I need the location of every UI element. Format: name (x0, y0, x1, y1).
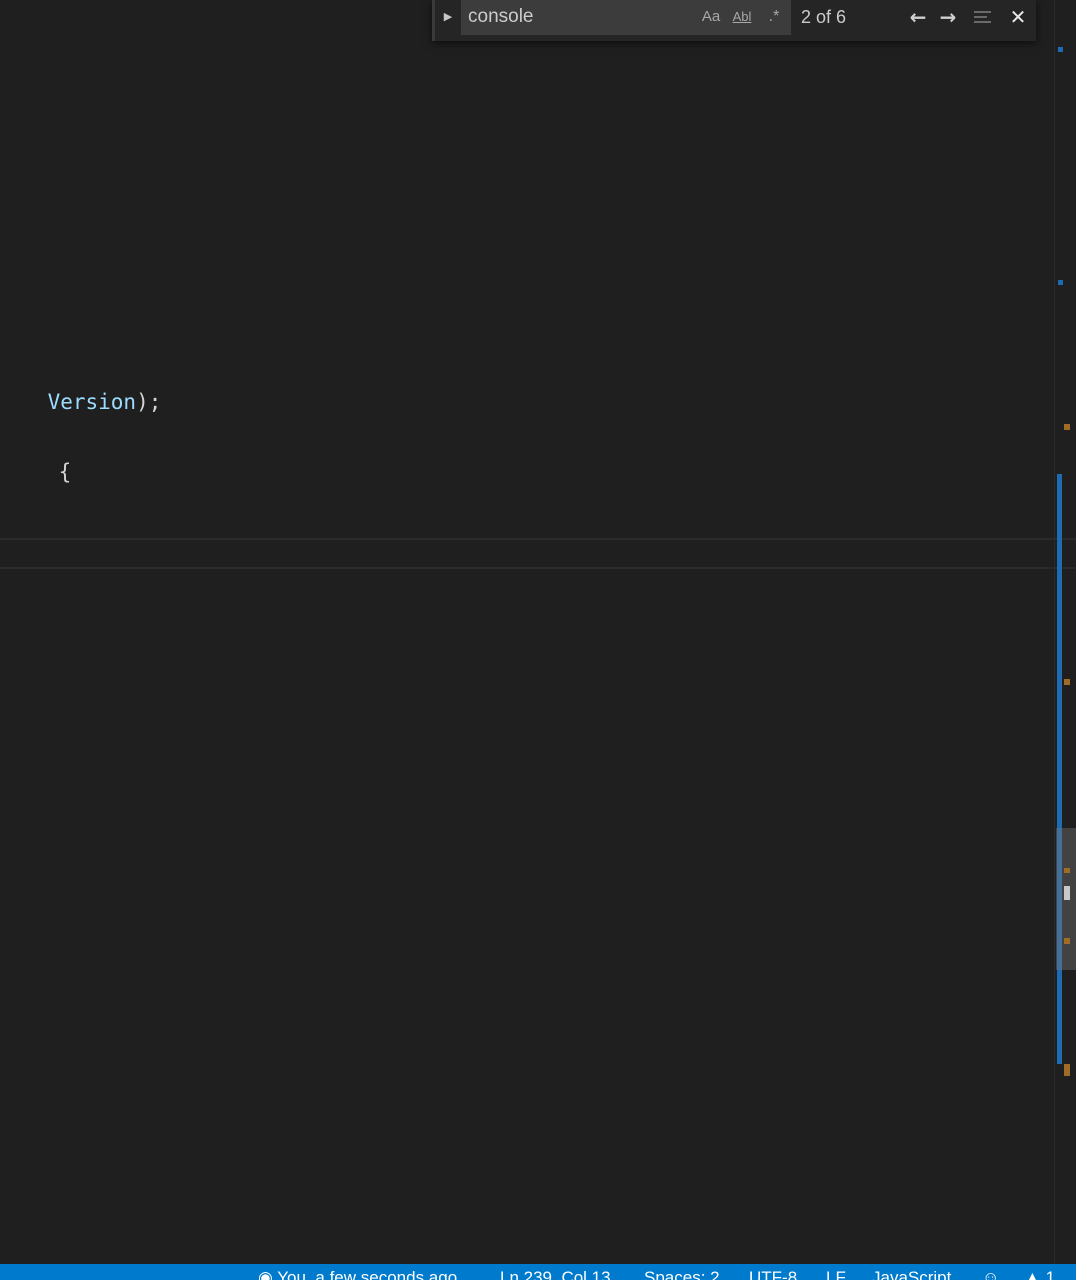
toggle-replace-button[interactable]: ▶ (439, 6, 457, 28)
modified-marker (1064, 424, 1070, 430)
feedback-button[interactable]: ☺ (982, 1267, 999, 1280)
find-input-box: Aa Abl .* (461, 0, 791, 35)
find-input[interactable] (468, 2, 688, 32)
next-match-button[interactable]: → (935, 4, 961, 30)
find-widget: ▶ Aa Abl .* 2 of 6 ← → ✕ (432, 0, 1036, 41)
chevron-right-icon: ▶ (443, 10, 453, 23)
code-identifier: Version (47, 390, 137, 414)
close-find-button[interactable]: ✕ (1005, 4, 1031, 30)
cursor-position[interactable]: Ln 239, Col 13 (500, 1267, 611, 1280)
cursor-marker (1064, 886, 1070, 900)
smiley-icon: ☺ (982, 1268, 1000, 1280)
arrow-left-icon: ← (909, 5, 927, 29)
code-line[interactable]: Version); (0, 366, 162, 438)
find-in-selection-icon (974, 11, 991, 23)
find-match-range (1057, 474, 1062, 1064)
code-line[interactable]: { (8, 436, 72, 508)
notifications-count: 1 (1045, 1268, 1056, 1280)
overview-ruler[interactable] (1054, 0, 1076, 1264)
modified-marker (1064, 1064, 1070, 1076)
language-mode[interactable]: JavaScript (872, 1267, 951, 1280)
editor[interactable]: Version); { ▶ Aa Abl .* 2 of 6 ← → ✕ (0, 0, 1076, 1264)
match-count: 2 of 6 (801, 7, 847, 27)
find-in-selection-button[interactable] (969, 4, 995, 30)
indentation[interactable]: Spaces: 2 (644, 1267, 720, 1280)
whole-word-toggle[interactable]: Abl (729, 6, 755, 28)
end-of-line[interactable]: LF (826, 1267, 846, 1280)
close-icon: ✕ (1009, 5, 1027, 29)
encoding[interactable]: UTF-8 (749, 1267, 797, 1280)
code-punctuation: ); (136, 390, 162, 414)
modified-marker (1064, 938, 1070, 944)
git-blame-item[interactable]: ◉ You, a few seconds ago (258, 1267, 457, 1280)
bell-icon: ▲ (1024, 1268, 1041, 1280)
find-match-marker (1058, 47, 1063, 52)
notifications-button[interactable]: ▲ 1 (1024, 1267, 1055, 1280)
code-brace: { (58, 460, 72, 484)
regex-toggle[interactable]: .* (763, 6, 785, 28)
arrow-right-icon: → (939, 5, 957, 29)
git-blame-text: You, a few seconds ago (277, 1268, 458, 1280)
previous-match-button[interactable]: ← (905, 4, 931, 30)
current-line-highlight (0, 538, 1076, 569)
find-match-marker (1058, 280, 1063, 285)
match-case-toggle[interactable]: Aa (699, 6, 723, 28)
modified-marker (1064, 679, 1070, 685)
status-bar: ◉ You, a few seconds ago Ln 239, Col 13 … (0, 1264, 1076, 1280)
modified-marker (1064, 868, 1070, 873)
eye-icon: ◉ (258, 1268, 273, 1280)
